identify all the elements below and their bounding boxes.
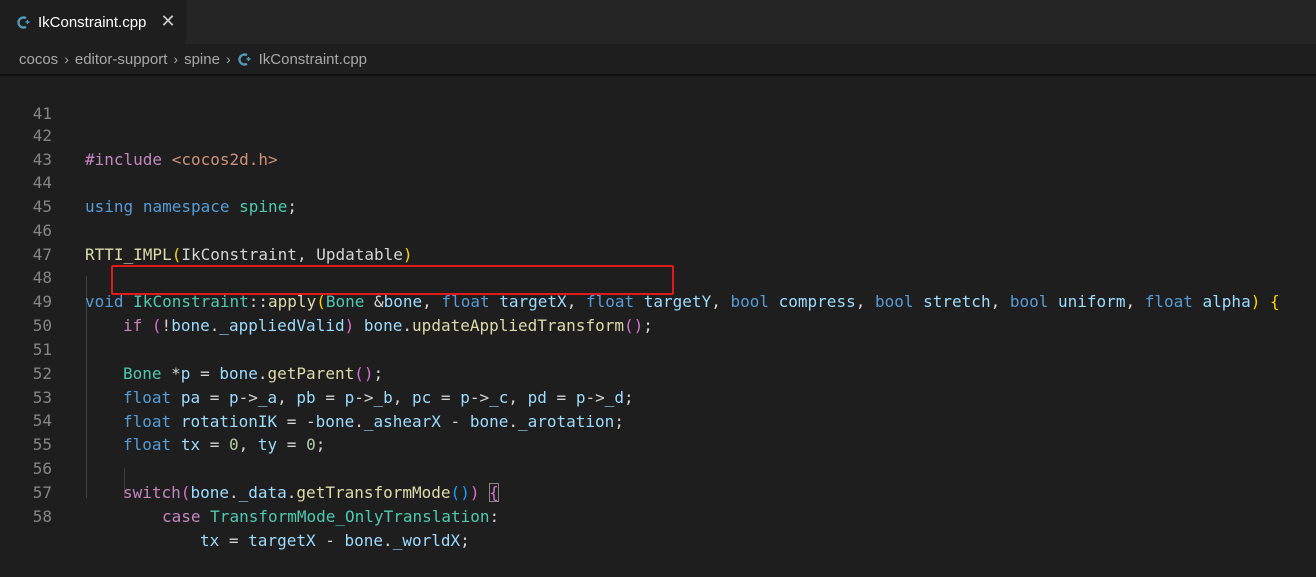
breadcrumb-item-cocos[interactable]: cocos (19, 51, 58, 68)
code-line: 51 Bone *p = bone.getParent(); (0, 314, 1316, 383)
code-line: 52 float pa = p->_a, pb = p->_b, pc = p-… (0, 338, 1316, 407)
breadcrumb-shadow (0, 74, 1316, 77)
code-line: 55 (0, 409, 1316, 454)
breadcrumb-item-spine[interactable]: spine (184, 51, 220, 68)
cpp-file-icon (237, 52, 251, 66)
close-icon[interactable]: ✕ (158, 12, 178, 32)
tab-label: IkConstraint.cpp (38, 13, 147, 31)
breadcrumb-item-editor-support[interactable]: editor-support (75, 51, 168, 68)
code-line: 47 (0, 219, 1316, 264)
code-line: 41 (0, 78, 1316, 123)
code-line: 57 case TransformMode_OnlyTranslation: (0, 457, 1316, 526)
code-line: 58 tx = targetX - bone._worldX; (0, 481, 1316, 550)
breadcrumb: cocos › editor-support › spine › IkConst… (0, 44, 1316, 74)
chevron-right-icon: › (225, 51, 231, 67)
code-line: 44 using namespace spine; (0, 147, 1316, 216)
chevron-right-icon: › (64, 51, 69, 67)
code-text: tx = targetX - bone._worldX; (200, 531, 470, 550)
cpp-file-icon (16, 15, 30, 29)
line-number: 58 (32, 507, 52, 526)
tab-ikconstraint-cpp[interactable]: IkConstraint.cpp ✕ (0, 0, 186, 44)
tab-bar: IkConstraint.cpp ✕ (0, 0, 1316, 44)
code-line: 54 float tx = 0, ty = 0; (0, 385, 1316, 454)
code-line: 48 void IkConstraint::apply(Bone &bone, … (0, 242, 1316, 311)
code-text: case TransformMode_OnlyTranslation: (162, 507, 500, 526)
code-line: 43 (0, 124, 1316, 169)
code-line: 56 switch(bone._data.getTransformMode())… (0, 433, 1316, 502)
code-line: 45 (0, 171, 1316, 216)
highlight-annotation-box (111, 265, 674, 295)
code-line: 42 #include <cocos2d.h> (0, 100, 1316, 169)
chevron-right-icon: › (173, 51, 179, 67)
breadcrumb-item-file[interactable]: IkConstraint.cpp (259, 51, 367, 68)
code-line: 46 RTTI_IMPL(IkConstraint, Updatable) (0, 195, 1316, 264)
code-line: 53 float rotationIK = -bone._ashearX - b… (0, 362, 1316, 431)
